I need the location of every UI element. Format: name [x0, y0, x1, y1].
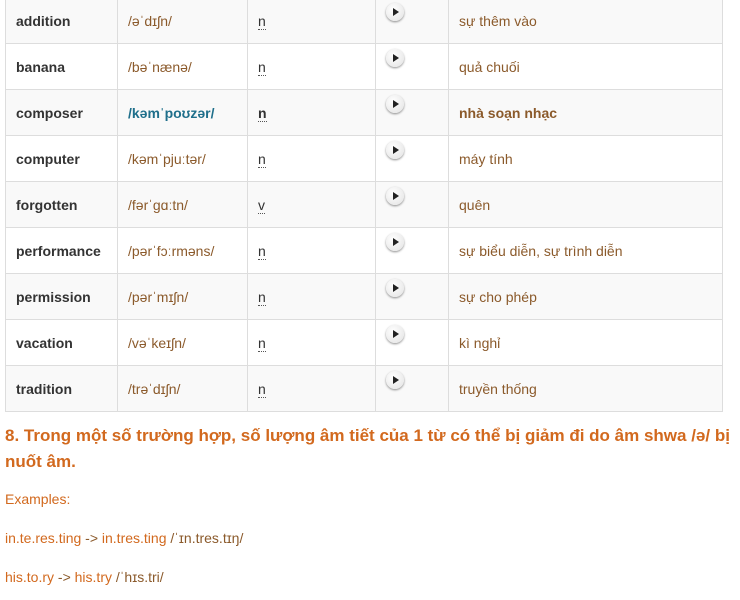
meaning-cell: sự thêm vào — [448, 0, 723, 44]
ipa-cell: /əˈdɪʃn/ — [117, 0, 248, 44]
ipa-cell: /kəmˈpoʊzər/ — [117, 89, 248, 136]
word-cell: forgotten — [5, 181, 118, 228]
meaning-cell: máy tính — [448, 135, 723, 182]
audio-cell — [375, 43, 449, 90]
table-row: computer /kəmˈpjuːtər/ n máy tính — [5, 135, 723, 182]
table-row: permission /pərˈmɪʃn/ n sự cho phép — [5, 273, 723, 320]
ipa-cell: /pərˈmɪʃn/ — [117, 273, 248, 320]
pos-cell: n — [247, 273, 376, 320]
meaning-cell: kì nghỉ — [448, 319, 723, 366]
pos-abbr: n — [258, 334, 266, 352]
table-row: vacation /vəˈkeɪʃn/ n kì nghỉ — [5, 319, 723, 366]
example-arrow: -> — [57, 569, 71, 585]
pos-cell: n — [247, 0, 376, 44]
pos-abbr: n — [258, 104, 267, 122]
example-line: in.te.res.ting -> in.tres.ting /ˈɪn.tres… — [5, 530, 243, 546]
pos-abbr: n — [258, 288, 266, 306]
pos-cell: n — [247, 89, 376, 136]
play-icon[interactable] — [386, 141, 404, 159]
ipa-cell: /fərˈɡɑːtn/ — [117, 181, 248, 228]
play-icon[interactable] — [386, 3, 404, 21]
audio-cell — [375, 319, 449, 366]
page: addition /əˈdɪʃn/ n sự thêm vào banana /… — [0, 0, 740, 600]
audio-cell — [375, 135, 449, 182]
play-icon[interactable] — [386, 49, 404, 67]
audio-cell — [375, 365, 449, 412]
play-icon[interactable] — [386, 279, 404, 297]
example-result: his.try — [74, 569, 112, 585]
pos-cell: n — [247, 319, 376, 366]
audio-cell — [375, 227, 449, 274]
example-line: his.to.ry -> his.try /ˈhɪs.tri/ — [5, 569, 164, 585]
pos-abbr: n — [258, 58, 266, 76]
section-heading: 8. Trong một số trường hợp, số lượng âm … — [5, 426, 730, 471]
ipa-cell: /bəˈnænə/ — [117, 43, 248, 90]
word-cell: banana — [5, 43, 118, 90]
meaning-cell: quên — [448, 181, 723, 228]
pos-cell: n — [247, 43, 376, 90]
table-row: banana /bəˈnænə/ n quả chuối — [5, 43, 723, 90]
word-cell: composer — [5, 89, 118, 136]
word-cell: vacation — [5, 319, 118, 366]
table-row-highlighted: composer /kəmˈpoʊzər/ n nhà soạn nhạc — [5, 89, 723, 136]
table-row: tradition /trəˈdɪʃn/ n truyền thống — [5, 365, 723, 412]
word-cell: addition — [5, 0, 118, 44]
pos-cell: n — [247, 227, 376, 274]
ipa-cell: /kəmˈpjuːtər/ — [117, 135, 248, 182]
audio-cell — [375, 181, 449, 228]
example-source: in.te.res.ting — [5, 530, 82, 546]
example-result: in.tres.ting — [101, 530, 167, 546]
table-row: addition /əˈdɪʃn/ n sự thêm vào — [5, 0, 723, 44]
example-ipa: /ˈhɪs.tri/ — [115, 569, 164, 585]
pos-abbr: n — [258, 380, 266, 398]
play-icon[interactable] — [386, 187, 404, 205]
ipa-cell: /vəˈkeɪʃn/ — [117, 319, 248, 366]
word-cell: permission — [5, 273, 118, 320]
word-cell: performance — [5, 227, 118, 274]
table-row: forgotten /fərˈɡɑːtn/ v quên — [5, 181, 723, 228]
example-source: his.to.ry — [5, 569, 55, 585]
meaning-cell: nhà soạn nhạc — [448, 89, 723, 136]
audio-cell — [375, 0, 449, 44]
meaning-cell: sự cho phép — [448, 273, 723, 320]
play-icon[interactable] — [386, 95, 404, 113]
play-icon[interactable] — [386, 233, 404, 251]
meaning-cell: quả chuối — [448, 43, 723, 90]
examples-label: Examples: — [5, 491, 71, 507]
pos-abbr: v — [258, 196, 265, 214]
audio-cell — [375, 89, 449, 136]
example-arrow: -> — [85, 530, 98, 546]
meaning-cell: sự biểu diễn, sự trình diễn — [448, 227, 723, 274]
play-icon[interactable] — [386, 371, 404, 389]
pos-cell: n — [247, 135, 376, 182]
pos-cell: v — [247, 181, 376, 228]
pos-abbr: n — [258, 150, 266, 168]
example-ipa: /ˈɪn.tres.tɪŋ/ — [170, 530, 244, 546]
pos-abbr: n — [258, 12, 266, 30]
word-cell: computer — [5, 135, 118, 182]
pos-cell: n — [247, 365, 376, 412]
ipa-cell: /pərˈfɔːrməns/ — [117, 227, 248, 274]
pos-abbr: n — [258, 242, 266, 260]
word-cell: tradition — [5, 365, 118, 412]
vocabulary-table: addition /əˈdɪʃn/ n sự thêm vào banana /… — [5, 0, 723, 412]
ipa-cell: /trəˈdɪʃn/ — [117, 365, 248, 412]
play-icon[interactable] — [386, 325, 404, 343]
meaning-cell: truyền thống — [448, 365, 723, 412]
audio-cell — [375, 273, 449, 320]
table-row: performance /pərˈfɔːrməns/ n sự biểu diễ… — [5, 227, 723, 274]
